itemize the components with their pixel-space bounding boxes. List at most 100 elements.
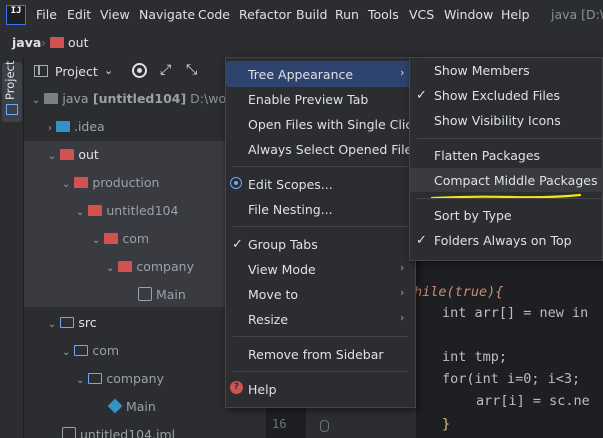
menu-separator: [417, 198, 603, 199]
menu-window[interactable]: Window: [444, 7, 493, 22]
menu-item-view-mode[interactable]: View Mode: [248, 262, 316, 277]
package-icon: [88, 373, 103, 384]
fold-marker-icon[interactable]: [320, 420, 329, 432]
tree-label: Main: [125, 399, 156, 414]
yellow-underline-annotation: [430, 193, 582, 200]
chevron-down-icon[interactable]: ⌄: [76, 375, 84, 386]
menu-edit[interactable]: Edit: [67, 7, 91, 22]
project-folder-icon: [6, 104, 18, 115]
tree-row-com-src[interactable]: ⌄ com: [62, 343, 119, 371]
menu-build[interactable]: Build: [296, 7, 327, 22]
project-view-selector[interactable]: Project: [55, 64, 98, 79]
submenu-item-flatten-packages[interactable]: Flatten Packages: [434, 148, 540, 163]
tree-row-out[interactable]: ⌄ out: [48, 147, 99, 175]
breadcrumb: [0, 30, 603, 57]
submenu-item-folders-always-on-top[interactable]: Folders Always on Top: [434, 233, 572, 248]
breadcrumb-separator: ›: [41, 35, 46, 50]
folder-icon: [50, 37, 64, 48]
tree-row-untitled104[interactable]: ⌄ untitled104: [76, 203, 178, 231]
code-line: }: [442, 416, 451, 432]
intellij-logo-icon[interactable]: IJ: [6, 5, 26, 25]
check-icon: ✓: [416, 233, 427, 248]
folder-icon: [118, 261, 133, 272]
chevron-down-icon[interactable]: ⌄: [104, 64, 113, 77]
menu-item-open-single-click[interactable]: Open Files with Single Click: [248, 117, 419, 132]
chevron-right-icon: ›: [400, 261, 405, 274]
menu-item-edit-scopes[interactable]: Edit Scopes...: [248, 177, 333, 192]
menu-item-group-tabs[interactable]: Group Tabs: [248, 237, 318, 252]
menu-separator: [233, 336, 408, 337]
folder-icon: [104, 233, 119, 244]
tree-row-production[interactable]: ⌄ production: [62, 175, 159, 203]
menu-item-move-to[interactable]: Move to: [248, 287, 298, 302]
chevron-down-icon[interactable]: ⌄: [32, 95, 40, 106]
menu-view[interactable]: View: [100, 7, 130, 22]
chevron-down-icon[interactable]: ⌄: [76, 207, 84, 218]
menu-item-remove-from-sidebar[interactable]: Remove from Sidebar: [248, 347, 384, 362]
menu-tools[interactable]: Tools: [368, 7, 399, 22]
menu-item-enable-preview-tab[interactable]: Enable Preview Tab: [248, 92, 368, 107]
submenu-item-compact-middle-packages[interactable]: Compact Middle Packages: [434, 173, 597, 188]
tree-row-main-class[interactable]: Main: [138, 287, 186, 315]
tree-row-root[interactable]: ⌄ java [untitled104] D:\works|: [32, 91, 249, 119]
submenu-item-sort-by-type[interactable]: Sort by Type: [434, 208, 512, 223]
menu-file[interactable]: File: [36, 7, 57, 22]
chevron-down-icon[interactable]: ⌄: [92, 235, 100, 246]
chevron-right-icon[interactable]: ›: [48, 123, 52, 134]
help-icon: ?: [230, 381, 243, 394]
source-folder-icon: [60, 317, 75, 328]
check-icon: ✓: [232, 237, 243, 252]
chevron-down-icon[interactable]: ⌄: [48, 319, 56, 330]
chevron-down-icon[interactable]: ⌄: [62, 179, 70, 190]
folder-icon: [55, 121, 70, 132]
menu-item-always-select-opened[interactable]: Always Select Opened File: [248, 142, 412, 157]
radio-selected-icon: [230, 177, 242, 189]
tree-label: untitled104: [106, 203, 179, 218]
tree-label: Main: [155, 287, 186, 302]
submenu-item-show-members[interactable]: Show Members: [434, 63, 530, 78]
menu-run[interactable]: Run: [335, 7, 359, 22]
project-tool-label: Project: [3, 60, 17, 100]
menu-item-resize[interactable]: Resize: [248, 312, 288, 327]
package-icon: [74, 345, 89, 356]
chevron-right-icon: ›: [400, 311, 405, 324]
folder-icon: [88, 205, 103, 216]
expand-all-icon[interactable]: ⤢: [160, 62, 171, 78]
chevron-down-icon[interactable]: ⌄: [62, 347, 70, 358]
java-class-icon: [107, 398, 123, 414]
tree-row-main-java[interactable]: Main: [107, 398, 156, 427]
select-opened-file-icon[interactable]: [132, 63, 147, 78]
chevron-down-icon[interactable]: ⌄: [106, 263, 114, 274]
menu-refactor[interactable]: Refactor: [239, 7, 291, 22]
breadcrumb-out[interactable]: out: [68, 35, 88, 50]
menu-code[interactable]: Code: [198, 7, 230, 22]
tree-label: company: [106, 371, 164, 386]
menu-item-tree-appearance[interactable]: Tree Appearance: [248, 67, 353, 82]
tree-row-company-src[interactable]: ⌄ company: [76, 371, 164, 399]
module-folder-icon: [44, 93, 59, 104]
code-line-text: hile(true){: [414, 284, 504, 300]
menu-item-file-nesting[interactable]: File Nesting...: [248, 202, 333, 217]
collapse-all-icon[interactable]: ⤡: [186, 62, 197, 78]
menu-separator: [233, 371, 408, 372]
menu-item-help[interactable]: Help: [248, 382, 277, 397]
tree-label: .idea: [73, 119, 105, 134]
chevron-down-icon[interactable]: ⌄: [48, 151, 56, 162]
menu-separator: [233, 166, 408, 167]
breadcrumb-java[interactable]: java: [12, 35, 41, 50]
panel-layout-icon: [34, 65, 48, 77]
tree-row-com-out[interactable]: ⌄ com: [92, 231, 149, 259]
menu-navigate[interactable]: Navigate: [139, 7, 195, 22]
menu-vcs[interactable]: VCS: [409, 7, 434, 22]
tree-label: com: [122, 231, 150, 246]
tree-row-idea[interactable]: › .idea: [48, 119, 105, 147]
menu-help[interactable]: Help: [501, 7, 530, 22]
tree-row-src[interactable]: ⌄ src: [48, 315, 97, 343]
submenu-item-show-excluded-files[interactable]: Show Excluded Files: [434, 88, 560, 103]
tree-label: java: [62, 91, 89, 106]
tree-row-iml[interactable]: untitled104.iml: [62, 427, 175, 438]
chevron-right-icon: ›: [400, 66, 405, 79]
tree-row-company-out[interactable]: ⌄ company: [106, 259, 194, 287]
submenu-item-show-visibility-icons[interactable]: Show Visibility Icons: [434, 113, 561, 128]
code-line: for(int i=0; i<3;: [442, 371, 581, 387]
